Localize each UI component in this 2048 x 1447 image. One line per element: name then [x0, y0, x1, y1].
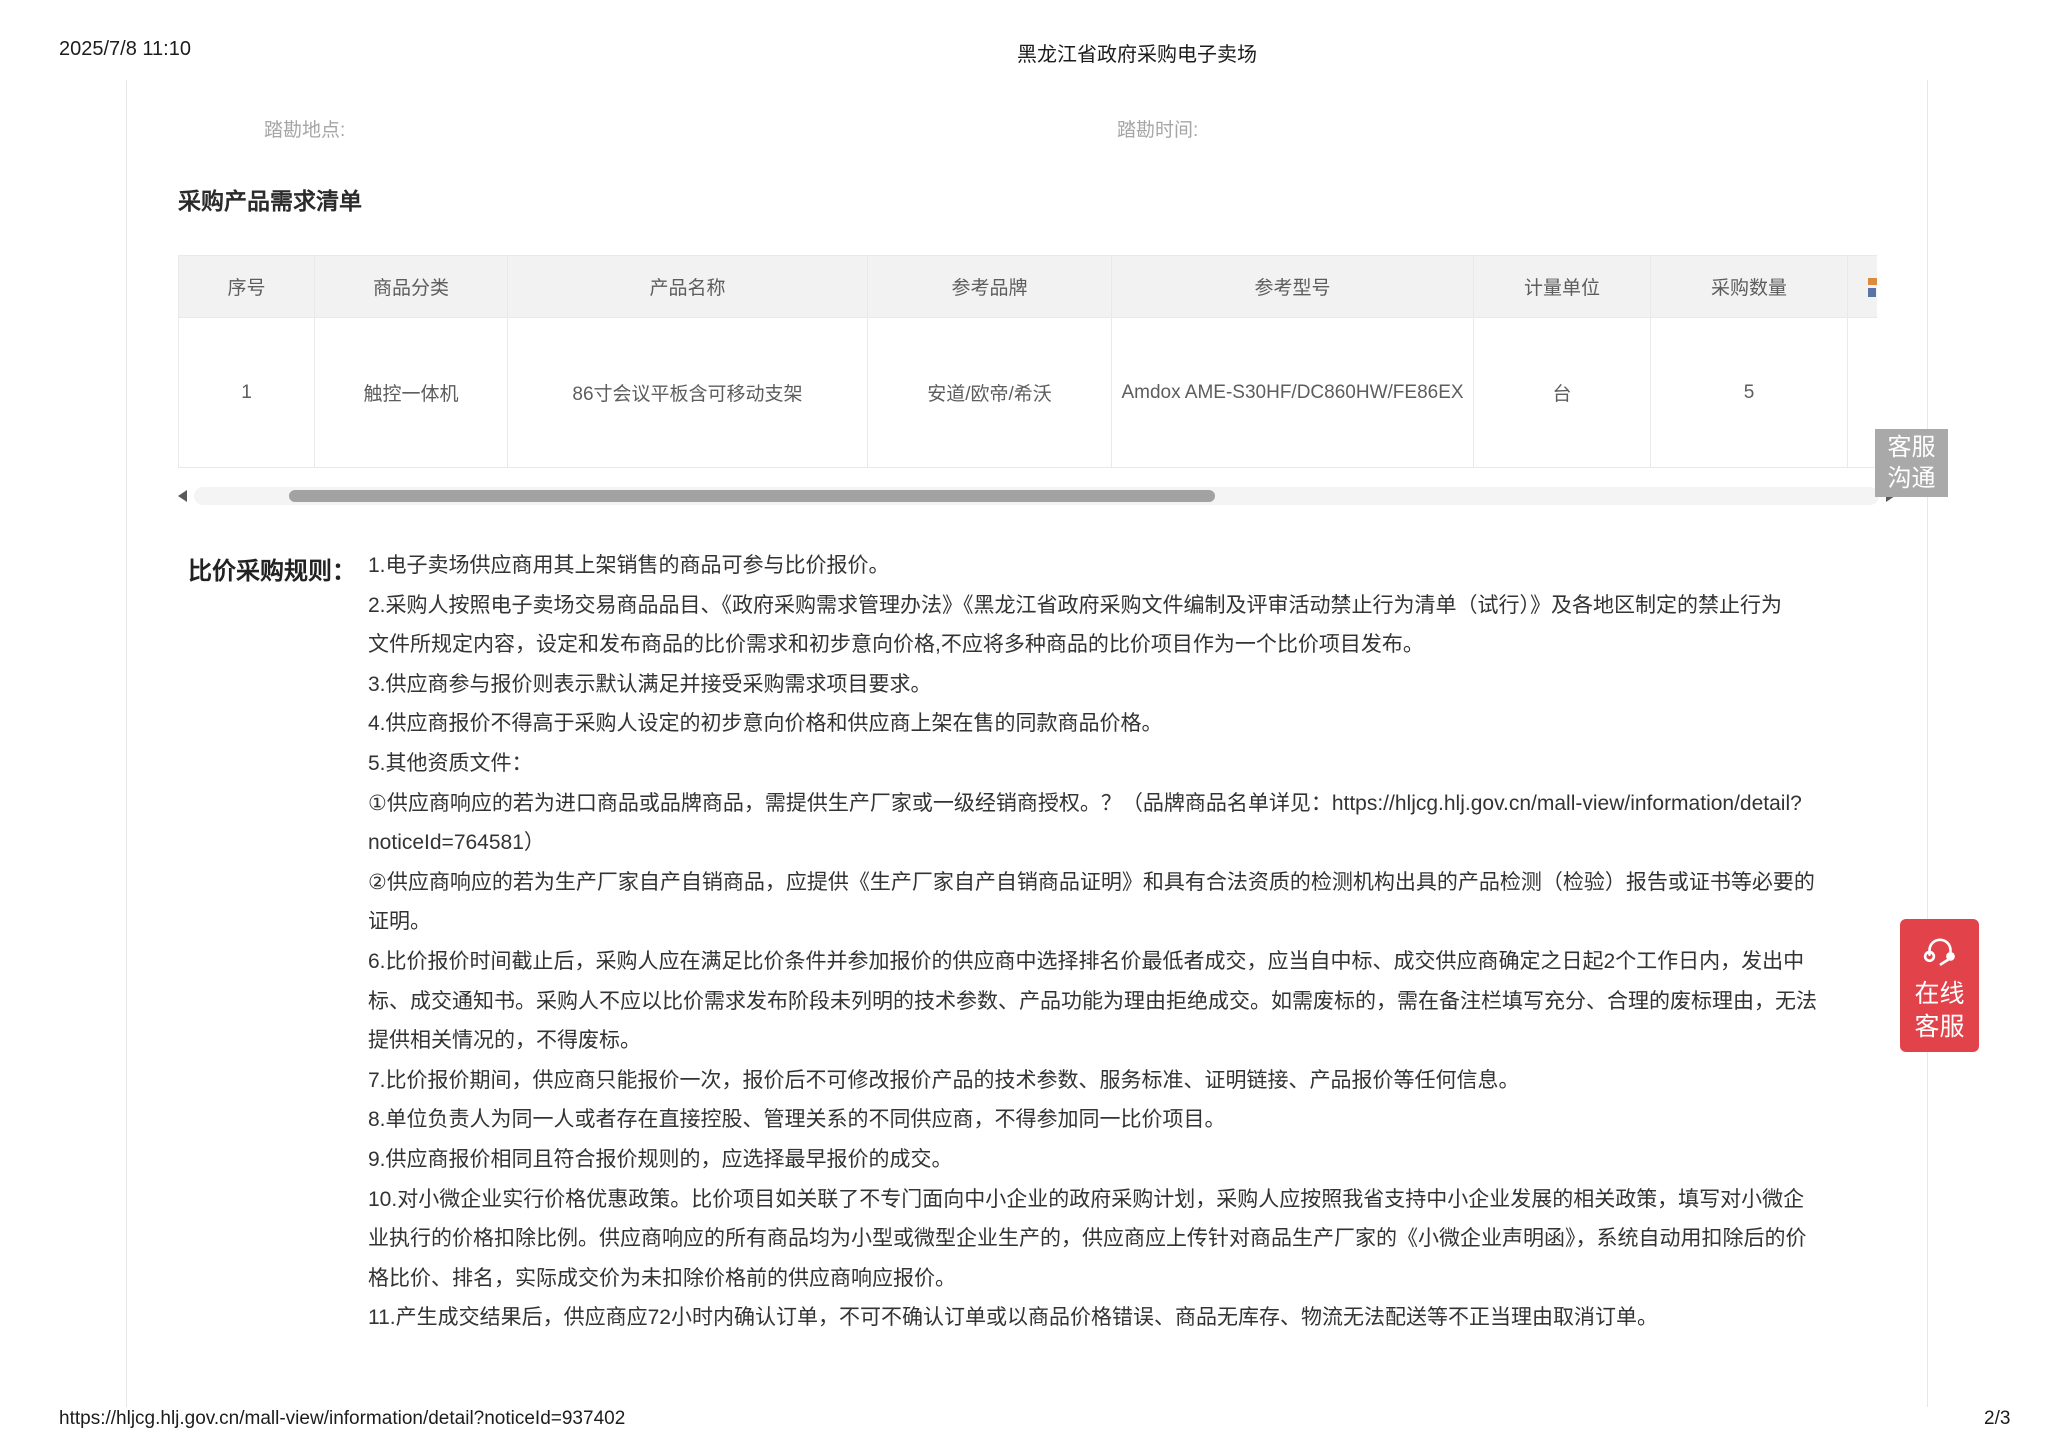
rule-line: 文件所规定内容，设定和发布商品的比价需求和初步意向价格,不应将多种商品的比价项目… — [368, 625, 1817, 665]
online-service-badge[interactable]: 在线 客服 — [1900, 919, 1979, 1052]
rules-text: 1.电子卖场供应商用其上架销售的商品可参与比价报价。 2.采购人按照电子卖场交易… — [368, 546, 1817, 1338]
page-right-border — [1927, 80, 1928, 1407]
product-table-viewport: 序号 商品分类 产品名称 参考品牌 参考型号 计量单位 采购数量 1 触控一体机… — [178, 255, 1877, 469]
chat-service-badge[interactable]: 客服 沟通 — [1875, 429, 1948, 497]
cell-quantity: 5 — [1651, 318, 1848, 468]
rule-line: 格比价、排名，实际成交价为未扣除价格前的供应商响应报价。 — [368, 1259, 1817, 1299]
rule-line: 标、成交通知书。采购人不应以比价需求发布阶段未列明的技术参数、产品功能为理由拒绝… — [368, 982, 1817, 1022]
rule-line: 1.电子卖场供应商用其上架销售的商品可参与比价报价。 — [368, 546, 1817, 586]
cell-clipped — [1848, 318, 1877, 468]
horizontal-scrollbar[interactable] — [178, 486, 1895, 506]
cell-ref-brand: 安道/欧帝/希沃 — [868, 318, 1112, 468]
col-header-unit: 计量单位 — [1474, 255, 1651, 318]
col-header-quantity: 采购数量 — [1651, 255, 1848, 318]
page-left-border — [126, 80, 127, 1407]
rule-line: 证明。 — [368, 902, 1817, 942]
cell-index: 1 — [179, 318, 315, 468]
clipped-column-fragment — [1848, 256, 1877, 317]
col-header-category: 商品分类 — [315, 255, 508, 318]
cell-ref-model: Amdox AME-S30HF/DC860HW/FE86EX — [1112, 318, 1474, 468]
survey-time-label: 踏勘时间: — [1117, 115, 1198, 142]
rule-line: 业执行的价格扣除比例。供应商响应的所有商品均为小型或微型企业生产的，供应商应上传… — [368, 1219, 1817, 1259]
site-title: 黑龙江省政府采购电子卖场 — [1017, 38, 1257, 67]
chat-badge-line: 沟通 — [1875, 463, 1948, 494]
product-table: 序号 商品分类 产品名称 参考品牌 参考型号 计量单位 采购数量 1 触控一体机… — [178, 255, 1877, 468]
col-header-ref-brand: 参考品牌 — [868, 255, 1112, 318]
rule-line: 提供相关情况的，不得废标。 — [368, 1021, 1817, 1061]
rule-line: 10.对小微企业实行价格优惠政策。比价项目如关联了不专门面向中小企业的政府采购计… — [368, 1180, 1817, 1220]
rule-line: ①供应商响应的若为进口商品或品牌商品，需提供生产厂家或一级经销商授权。？（品牌商… — [368, 784, 1817, 824]
rule-line: noticeId=764581） — [368, 823, 1817, 863]
rule-line: 6.比价报价时间截止后，采购人应在满足比价条件并参加报价的供应商中选择排名价最低… — [368, 942, 1817, 982]
rule-line: 2.采购人按照电子卖场交易商品品目、《政府采购需求管理办法》《黑龙江省政府采购文… — [368, 586, 1817, 626]
rules-label: 比价采购规则： — [188, 551, 356, 586]
rule-line: ②供应商响应的若为生产厂家自产自销商品，应提供《生产厂家自产自销商品证明》和具有… — [368, 863, 1817, 903]
col-header-clipped — [1848, 255, 1877, 318]
cell-category: 触控一体机 — [315, 318, 508, 468]
online-badge-line: 客服 — [1900, 1011, 1979, 1044]
rule-line: 9.供应商报价相同且符合报价规则的，应选择最早报价的成交。 — [368, 1140, 1817, 1180]
rule-line: 4.供应商报价不得高于采购人设定的初步意向价格和供应商上架在售的同款商品价格。 — [368, 704, 1817, 744]
online-badge-line: 在线 — [1900, 978, 1979, 1011]
survey-location-label: 踏勘地点: — [264, 115, 345, 142]
scroll-left-arrow-icon[interactable] — [178, 490, 187, 502]
section-title: 采购产品需求清单 — [178, 182, 362, 216]
rule-line: 11.产生成交结果后，供应商应72小时内确认订单，不可不确认订单或以商品价格错误… — [368, 1298, 1817, 1338]
chat-badge-line: 客服 — [1875, 432, 1948, 463]
footer-url: https://hljcg.hlj.gov.cn/mall-view/infor… — [59, 1408, 625, 1430]
scrollbar-thumb[interactable] — [289, 490, 1215, 502]
col-header-ref-model: 参考型号 — [1112, 255, 1474, 318]
col-header-product-name: 产品名称 — [508, 255, 868, 318]
headset-icon — [1919, 931, 1961, 973]
cell-unit: 台 — [1474, 318, 1651, 468]
rule-line: 8.单位负责人为同一人或者存在直接控股、管理关系的不同供应商，不得参加同一比价项… — [368, 1100, 1817, 1140]
cell-product-name: 86寸会议平板含可移动支架 — [508, 318, 868, 468]
col-header-index: 序号 — [179, 255, 315, 318]
page-date: 2025/7/8 11:10 — [59, 38, 191, 61]
rule-line: 3.供应商参与报价则表示默认满足并接受采购需求项目要求。 — [368, 665, 1817, 705]
rule-line: 7.比价报价期间，供应商只能报价一次，报价后不可修改报价产品的技术参数、服务标准… — [368, 1061, 1817, 1101]
page-number: 2/3 — [1984, 1408, 2010, 1430]
rule-line: 5.其他资质文件： — [368, 744, 1817, 784]
